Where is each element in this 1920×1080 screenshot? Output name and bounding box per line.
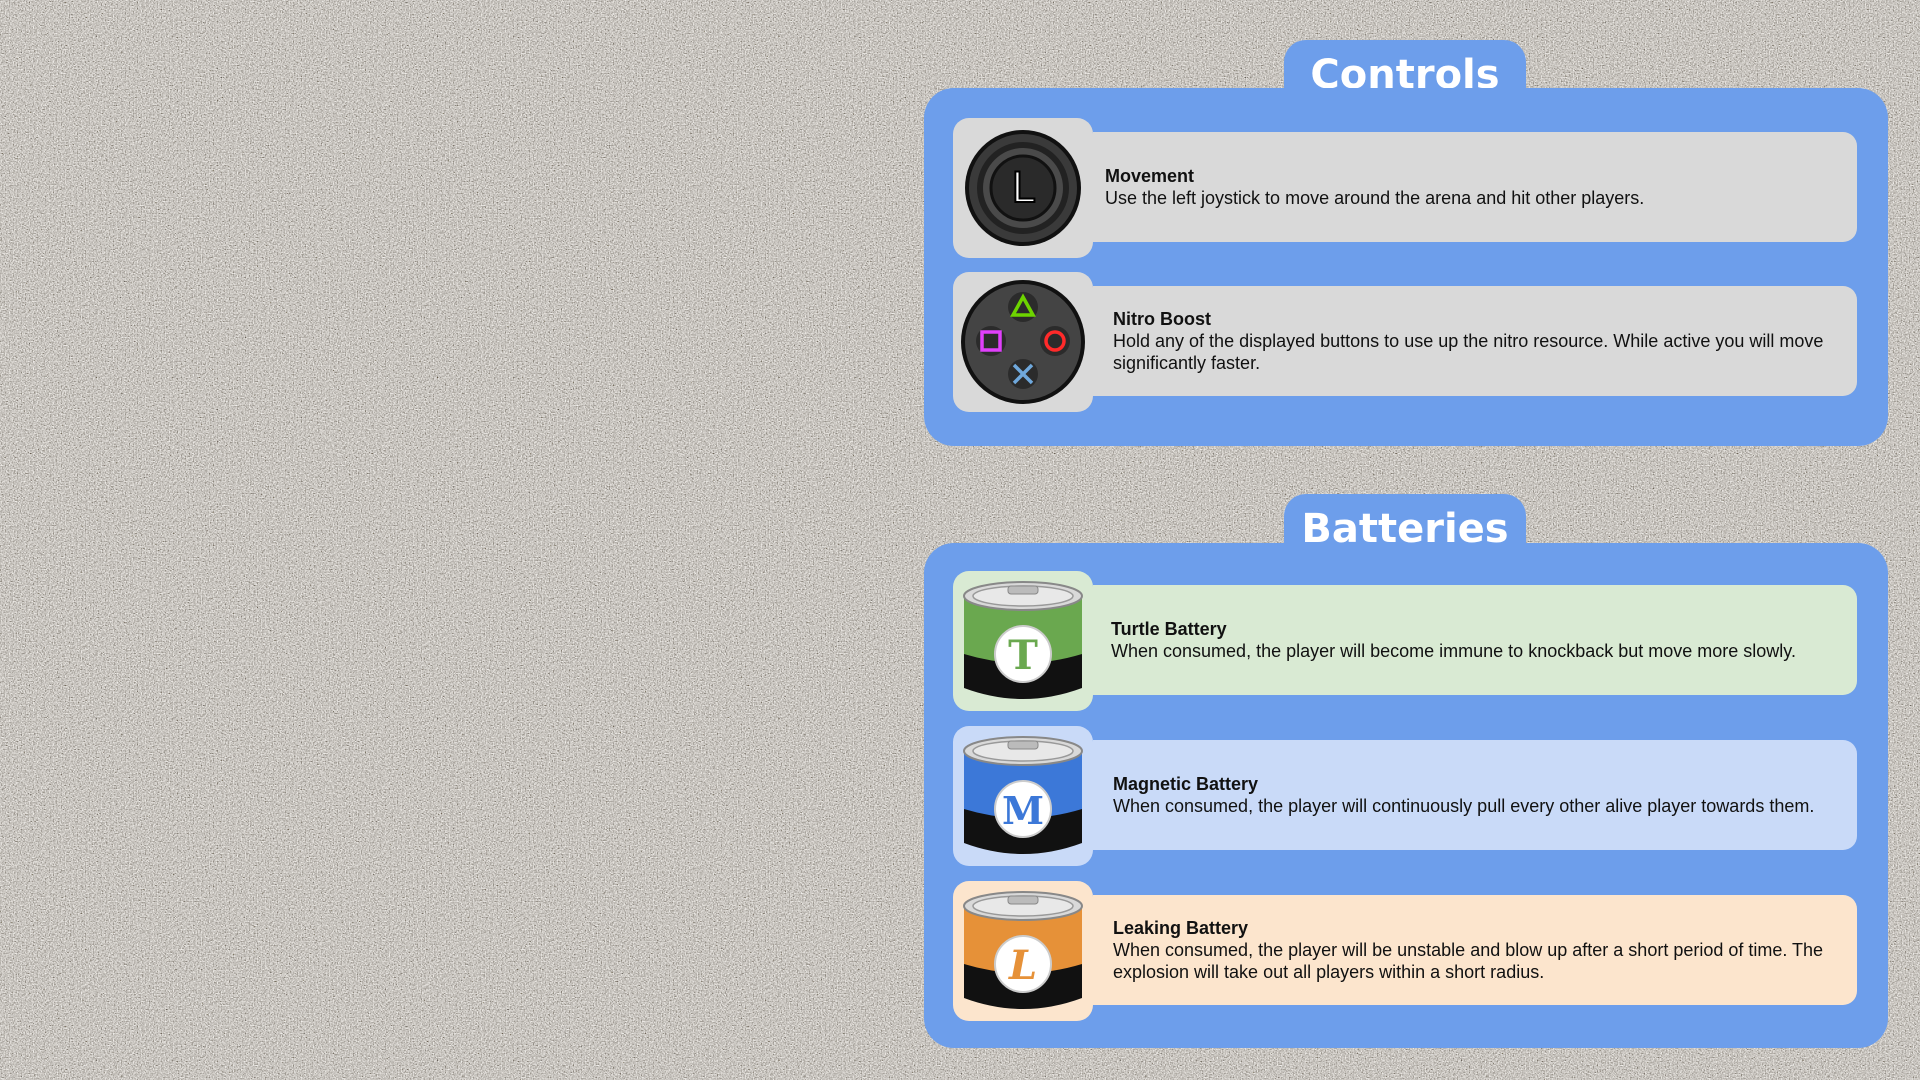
movement-info-box: Movement Use the left joystick to move a… bbox=[1093, 132, 1857, 242]
nitro-boost-description: Hold any of the displayed buttons to use… bbox=[1113, 331, 1824, 373]
face-buttons-icon bbox=[953, 272, 1093, 412]
leaking-battery-info-box: Leaking Battery When consumed, the playe… bbox=[1093, 895, 1857, 1005]
left-joystick-icon: L bbox=[953, 118, 1093, 258]
magnetic-battery-description: When consumed, the player will continuou… bbox=[1113, 796, 1815, 816]
control-row-nitro-boost: Nitro Boost Hold any of the displayed bu… bbox=[953, 272, 1857, 412]
svg-text:L: L bbox=[1008, 942, 1037, 989]
turtle-battery-icon: T bbox=[953, 571, 1093, 711]
battery-row-turtle: T Turtle Battery When consumed, the play… bbox=[953, 571, 1857, 711]
svg-text:M: M bbox=[1002, 788, 1044, 833]
magnetic-battery-title: Magnetic Battery bbox=[1113, 774, 1259, 794]
movement-description: Use the left joystick to move around the… bbox=[1105, 188, 1645, 208]
battery-row-leaking: L Leaking Battery When consumed, the pla… bbox=[953, 881, 1857, 1021]
nitro-boost-title: Nitro Boost bbox=[1113, 309, 1211, 329]
control-row-movement: L Movement Use the left joystick to move… bbox=[953, 118, 1857, 258]
battery-row-magnetic: M Magnetic Battery When consumed, the pl… bbox=[953, 726, 1857, 866]
svg-text:L: L bbox=[1011, 163, 1035, 212]
movement-title: Movement bbox=[1105, 166, 1195, 186]
magnetic-battery-info-box: Magnetic Battery When consumed, the play… bbox=[1093, 740, 1857, 850]
turtle-battery-description: When consumed, the player will become im… bbox=[1111, 641, 1796, 661]
leaking-battery-icon: L bbox=[953, 881, 1093, 1021]
turtle-battery-info-box: Turtle Battery When consumed, the player… bbox=[1093, 585, 1857, 695]
turtle-battery-title: Turtle Battery bbox=[1111, 619, 1227, 639]
magnetic-battery-icon: M bbox=[953, 726, 1093, 866]
leaking-battery-title: Leaking Battery bbox=[1113, 918, 1249, 938]
nitro-boost-info-box: Nitro Boost Hold any of the displayed bu… bbox=[1093, 286, 1857, 396]
svg-text:T: T bbox=[1008, 632, 1038, 679]
leaking-battery-description: When consumed, the player will be unstab… bbox=[1113, 940, 1824, 982]
